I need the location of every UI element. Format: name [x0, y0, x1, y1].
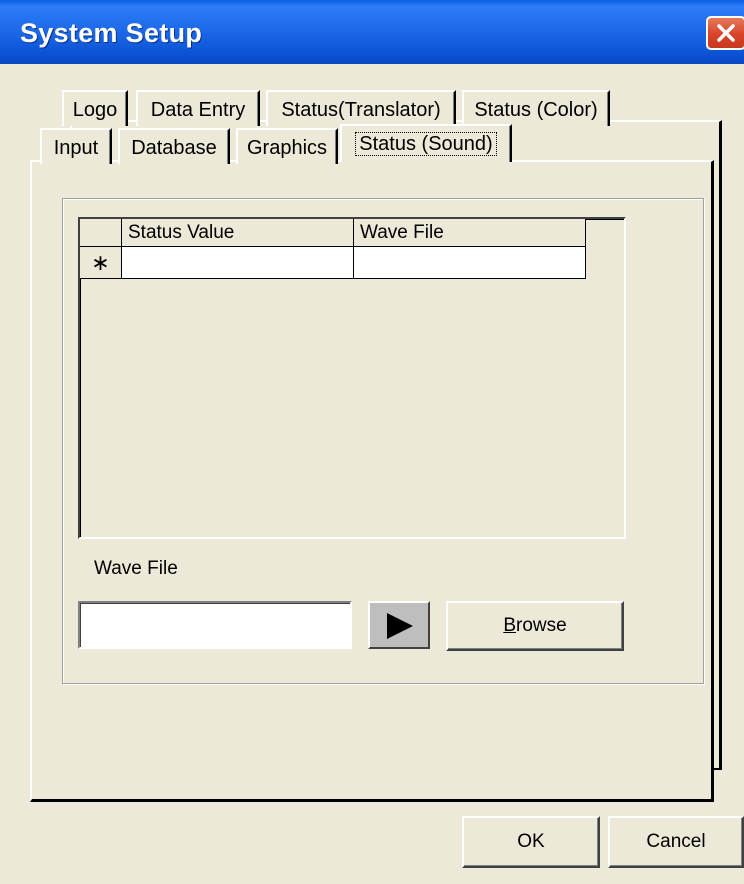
- close-button[interactable]: [706, 16, 744, 50]
- tab-status-translator[interactable]: Status(Translator): [266, 90, 456, 126]
- wave-file-input[interactable]: [78, 601, 352, 649]
- ok-label: OK: [517, 831, 545, 852]
- column-header-wave-file-label: Wave File: [360, 222, 444, 243]
- wave-file-label: Wave File: [94, 558, 178, 579]
- tab-data-entry-label: Data Entry: [150, 99, 246, 121]
- play-button[interactable]: [368, 601, 430, 649]
- tab-graphics[interactable]: Graphics: [236, 128, 338, 164]
- active-tab-joiner: [342, 158, 508, 162]
- browse-label: rowse: [516, 615, 567, 636]
- tab-data-entry[interactable]: Data Entry: [136, 90, 260, 126]
- tab-logo[interactable]: Logo: [62, 90, 128, 126]
- tab-database[interactable]: Database: [118, 128, 230, 164]
- column-header-status-value-label: Status Value: [128, 222, 235, 243]
- tab-status-sound-label: Status (Sound): [355, 132, 497, 156]
- browse-button[interactable]: Browse: [446, 601, 624, 651]
- tab-input-label: Input: [53, 137, 99, 159]
- cancel-label: Cancel: [646, 831, 706, 852]
- cancel-button[interactable]: Cancel: [608, 816, 744, 868]
- tab-database-label: Database: [131, 137, 217, 159]
- tab-status-sound[interactable]: Status (Sound): [340, 124, 512, 162]
- tab-input[interactable]: Input: [40, 128, 112, 164]
- grid-corner-header: [80, 219, 122, 247]
- browse-mnemonic: B: [503, 615, 516, 636]
- play-icon: [387, 613, 413, 639]
- tab-logo-label: Logo: [72, 99, 118, 121]
- tab-status-translator-label: Status(Translator): [281, 99, 441, 121]
- tab-graphics-label: Graphics: [246, 137, 328, 159]
- ok-button[interactable]: OK: [462, 816, 600, 868]
- column-header-wave-file[interactable]: Wave File: [354, 219, 586, 247]
- close-icon: [717, 24, 735, 42]
- status-sound-grid[interactable]: Status Value Wave File ∗: [78, 217, 626, 539]
- new-row-marker[interactable]: ∗: [80, 247, 122, 279]
- cell-wave-file[interactable]: [354, 247, 586, 279]
- cell-status-value[interactable]: [122, 247, 354, 279]
- window-title: System Setup: [20, 18, 203, 48]
- tab-status-color[interactable]: Status (Color): [462, 90, 610, 126]
- new-row-asterisk-icon: ∗: [91, 250, 110, 275]
- tab-status-color-label: Status (Color): [474, 99, 598, 121]
- title-bar: System Setup: [0, 0, 744, 64]
- column-header-status-value[interactable]: Status Value: [122, 219, 354, 247]
